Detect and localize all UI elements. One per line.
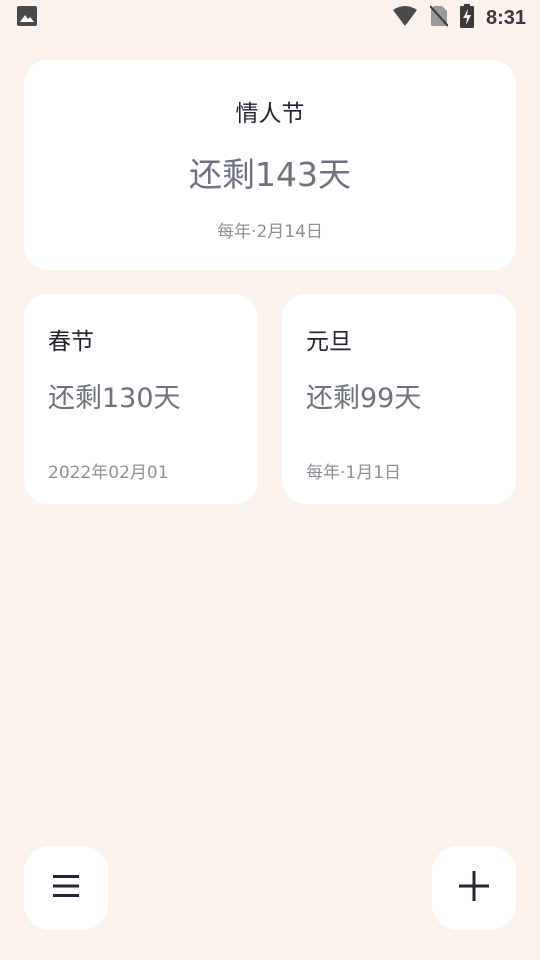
event-remaining-days: 还剩143天: [189, 155, 351, 194]
event-title: 元旦: [306, 329, 352, 355]
event-title: 春节: [48, 329, 94, 355]
status-bar: 8:31: [0, 0, 540, 36]
status-time: 8:31: [485, 6, 526, 29]
event-date: 每年·1月1日: [306, 463, 402, 483]
no-sim-icon: [429, 5, 449, 31]
event-date: 每年·2月14日: [217, 222, 323, 242]
plus-icon: [458, 870, 490, 906]
event-card-spring-festival[interactable]: 春节 还剩130天 2022年02月01: [24, 294, 258, 504]
event-remaining-days: 还剩99天: [306, 383, 422, 414]
event-remaining-days: 还剩130天: [48, 383, 181, 414]
event-card-new-year[interactable]: 元旦 还剩99天 每年·1月1日: [282, 294, 516, 504]
menu-icon: [51, 873, 81, 903]
event-date: 2022年02月01: [48, 463, 169, 483]
featured-event-card[interactable]: 情人节 还剩143天 每年·2月14日: [24, 60, 516, 270]
event-title: 情人节: [235, 101, 305, 127]
battery-charging-icon: [459, 4, 474, 32]
image-icon: [16, 5, 38, 31]
menu-button[interactable]: [24, 846, 108, 930]
wifi-icon: [392, 5, 418, 31]
add-event-button[interactable]: [432, 846, 516, 930]
